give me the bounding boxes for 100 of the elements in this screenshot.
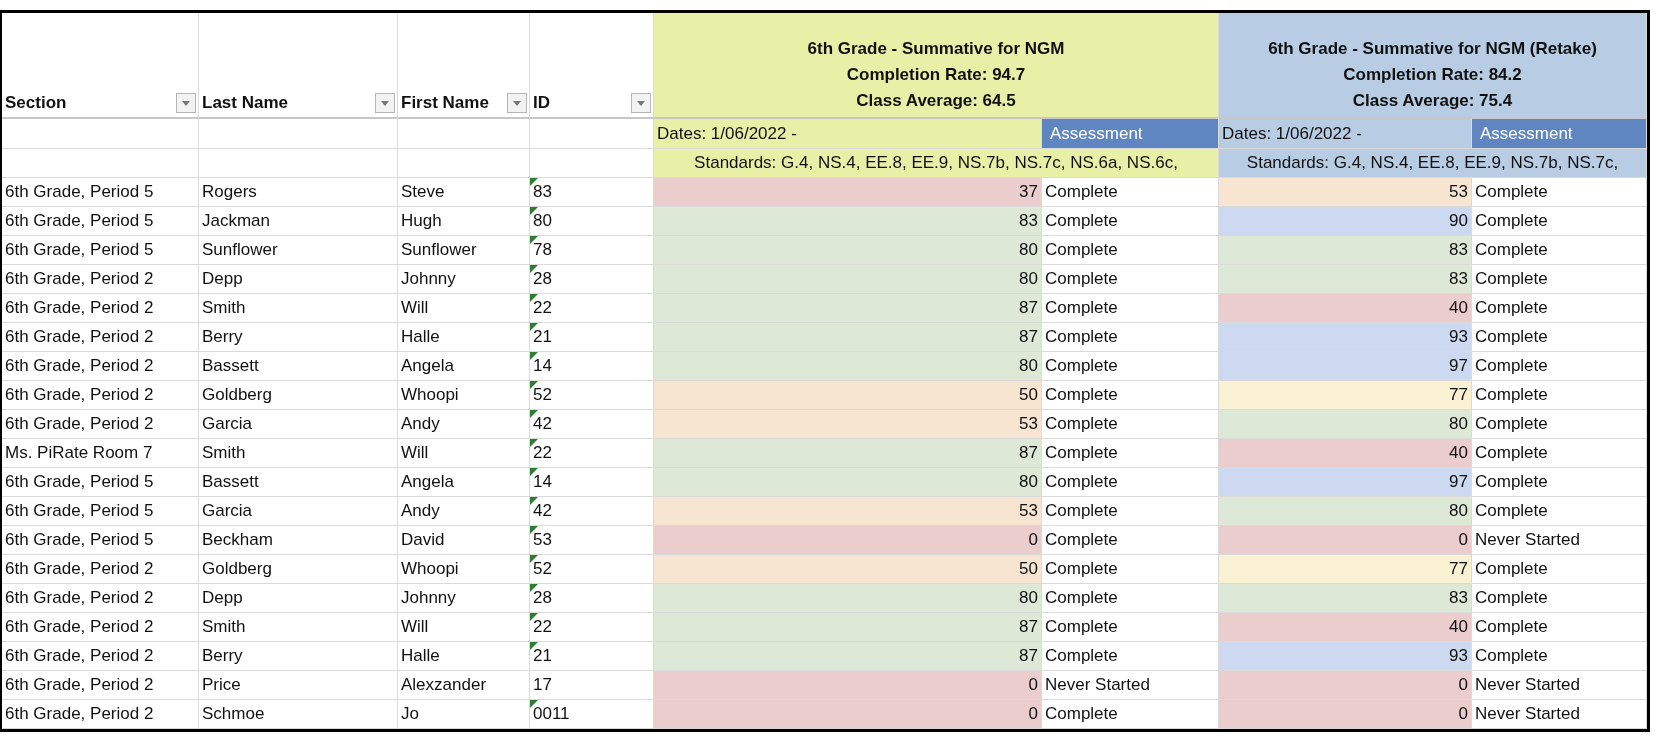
score-cell: 87 [654,323,1042,352]
id-cell: 80 [530,207,654,236]
last-name-cell: Berry [199,642,398,671]
filter-button[interactable] [631,93,651,113]
status-cell: Complete [1472,468,1647,497]
last-name-cell: Jackman [199,207,398,236]
section-cell: 6th Grade, Period 5 [2,207,199,236]
last-name-cell: Price [199,671,398,700]
filter-button[interactable] [507,93,527,113]
first-name-cell: Whoopi [398,555,530,584]
last-name-cell: Garcia [199,497,398,526]
section-cell: 6th Grade, Period 5 [2,468,199,497]
status-cell: Never Started [1472,700,1647,729]
id-cell: 78 [530,236,654,265]
last-name-cell: Sunflower [199,236,398,265]
caret-icon [513,100,521,106]
score-cell: 87 [654,294,1042,323]
score-cell: 97 [1219,352,1472,381]
section-cell: 6th Grade, Period 2 [2,294,199,323]
status-cell: Complete [1042,381,1219,410]
status-cell: Complete [1042,178,1219,207]
score-cell: 40 [1219,439,1472,468]
status-cell: Complete [1042,439,1219,468]
last-name-cell: Berry [199,323,398,352]
score-cell: 53 [1219,178,1472,207]
score-cell: 40 [1219,294,1472,323]
score-cell: 40 [1219,613,1472,642]
id-cell: 22 [530,294,654,323]
first-name-cell: Steve [398,178,530,207]
status-cell: Complete [1042,526,1219,555]
status-cell: Complete [1472,410,1647,439]
id-cell: 42 [530,497,654,526]
status-cell: Complete [1042,294,1219,323]
status-cell: Complete [1472,178,1647,207]
first-name-cell: Angela [398,468,530,497]
score-cell: 83 [1219,584,1472,613]
first-name-cell: Will [398,613,530,642]
status-cell: Complete [1042,468,1219,497]
caret-icon [637,100,645,106]
status-cell: Complete [1042,410,1219,439]
status-cell: Complete [1472,294,1647,323]
id-cell: 28 [530,584,654,613]
column-header: Section [5,93,67,113]
score-cell: 0 [1219,671,1472,700]
status-cell: Complete [1472,439,1647,468]
status-cell: Complete [1472,323,1647,352]
last-name-cell: Bassett [199,468,398,497]
score-cell: 97 [1219,468,1472,497]
score-cell: 80 [654,468,1042,497]
status-cell: Complete [1472,207,1647,236]
status-cell: Never Started [1472,526,1647,555]
score-cell: 80 [654,236,1042,265]
column-header: Last Name [202,93,288,113]
status-cell: Complete [1472,381,1647,410]
id-cell: 22 [530,439,654,468]
score-cell: 87 [654,613,1042,642]
section-cell: 6th Grade, Period 5 [2,497,199,526]
last-name-cell: Beckham [199,526,398,555]
status-cell: Complete [1472,497,1647,526]
filter-button[interactable] [176,93,196,113]
section-cell: 6th Grade, Period 2 [2,265,199,294]
status-cell: Never Started [1042,671,1219,700]
column-header: First Name [401,93,489,113]
score-cell: 80 [654,352,1042,381]
status-cell: Complete [1042,207,1219,236]
id-cell: 21 [530,323,654,352]
score-cell: 50 [654,555,1042,584]
caret-icon [381,100,389,106]
status-cell: Complete [1042,236,1219,265]
first-name-cell: Andy [398,410,530,439]
first-name-cell: Angela [398,352,530,381]
status-cell: Never Started [1472,671,1647,700]
score-cell: 80 [654,265,1042,294]
status-cell: Complete [1042,642,1219,671]
status-cell: Complete [1042,613,1219,642]
id-cell: 52 [530,555,654,584]
score-cell: 83 [1219,265,1472,294]
id-cell: 53 [530,526,654,555]
section-cell: 6th Grade, Period 2 [2,352,199,381]
first-name-cell: David [398,526,530,555]
assessment-title: Class Average: 75.4 [1352,91,1513,111]
status-cell: Complete [1042,323,1219,352]
score-cell: 53 [654,497,1042,526]
score-cell: 90 [1219,207,1472,236]
section-cell: 6th Grade, Period 5 [2,178,199,207]
score-cell: 80 [1219,410,1472,439]
score-cell: 0 [654,671,1042,700]
section-cell: 6th Grade, Period 2 [2,381,199,410]
assessment-title: 6th Grade - Summative for NGM (Retake) [1268,39,1597,59]
first-name-cell: Will [398,439,530,468]
id-cell: 0011 [530,700,654,729]
filter-button[interactable] [375,93,395,113]
section-cell: 6th Grade, Period 5 [2,236,199,265]
last-name-cell: Smith [199,439,398,468]
first-name-cell: Jo [398,700,530,729]
last-name-cell: Goldberg [199,381,398,410]
score-cell: 83 [1219,236,1472,265]
score-cell: 80 [1219,497,1472,526]
first-name-cell: Sunflower [398,236,530,265]
score-cell: 50 [654,381,1042,410]
